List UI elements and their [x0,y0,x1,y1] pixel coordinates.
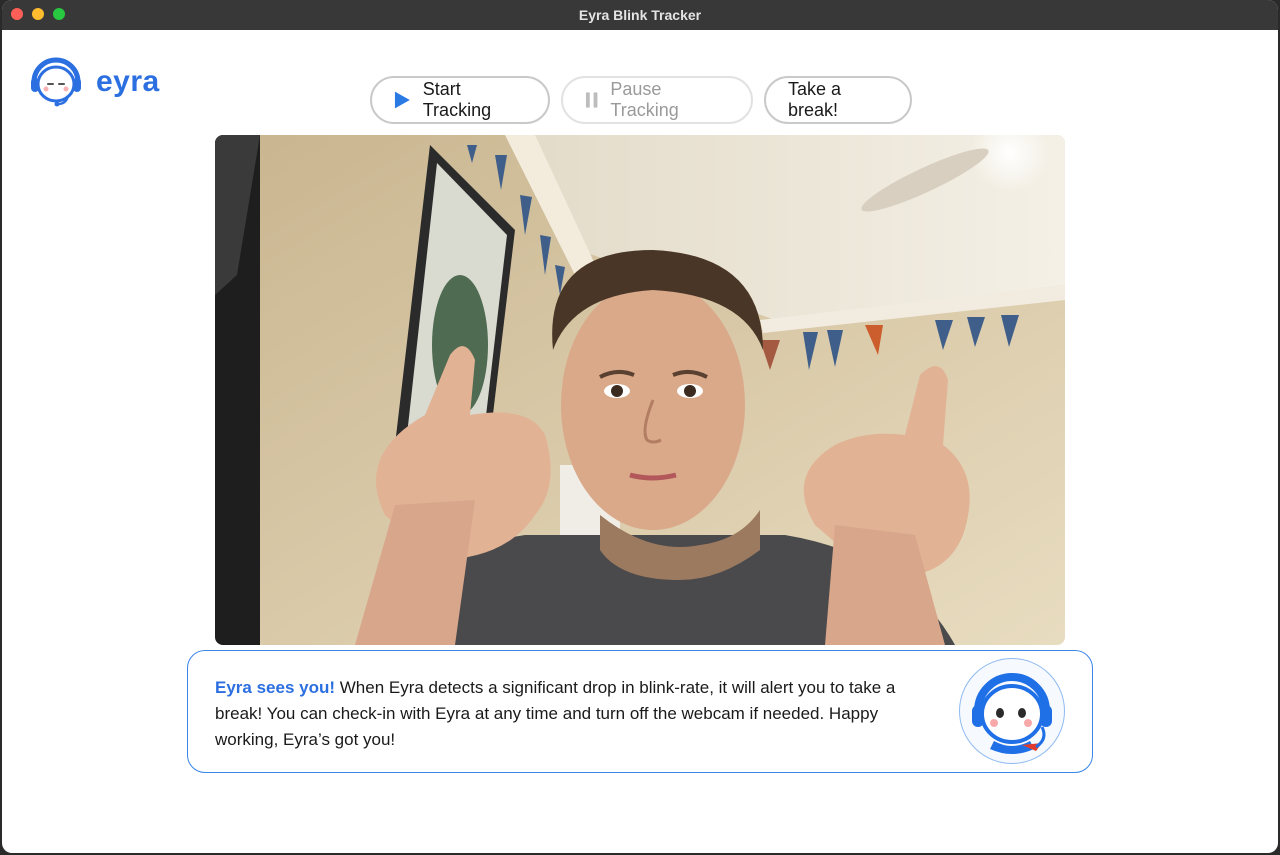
pause-icon [585,92,598,108]
info-message: Eyra sees you! When Eyra detects a signi… [215,675,915,753]
webcam-feed-image [215,135,1065,645]
pause-tracking-label: Pause Tracking [610,79,679,120]
window-title: Eyra Blink Tracker [578,7,702,23]
tracking-controls: Start Tracking Pause Tracking Take a bre… [370,76,912,124]
info-headline: Eyra sees you! [215,678,336,697]
info-message-card: Eyra sees you! When Eyra detects a signi… [187,650,1093,773]
minimize-window-button[interactable] [32,8,44,20]
brand-logo: eyra [28,56,160,108]
window-controls [11,8,65,20]
brand-name: eyra [96,65,160,98]
play-icon [394,91,410,109]
app-window: Eyra Blink Tracker eyra Start Tracking P… [2,0,1278,853]
take-break-label: Take a break! [788,79,842,120]
maximize-window-button[interactable] [53,8,65,20]
pause-tracking-button[interactable]: Pause Tracking [561,76,753,124]
start-tracking-button[interactable]: Start Tracking [370,76,550,124]
webcam-video-feed [215,135,1065,645]
eyra-mascot-avatar [959,658,1065,764]
start-tracking-label: Start Tracking [422,79,492,120]
take-break-button[interactable]: Take a break! [764,76,912,124]
close-window-button[interactable] [11,8,23,20]
title-bar: Eyra Blink Tracker [2,0,1278,30]
eyra-mascot-logo-icon [31,57,81,107]
eyra-mascot-icon [972,673,1052,754]
